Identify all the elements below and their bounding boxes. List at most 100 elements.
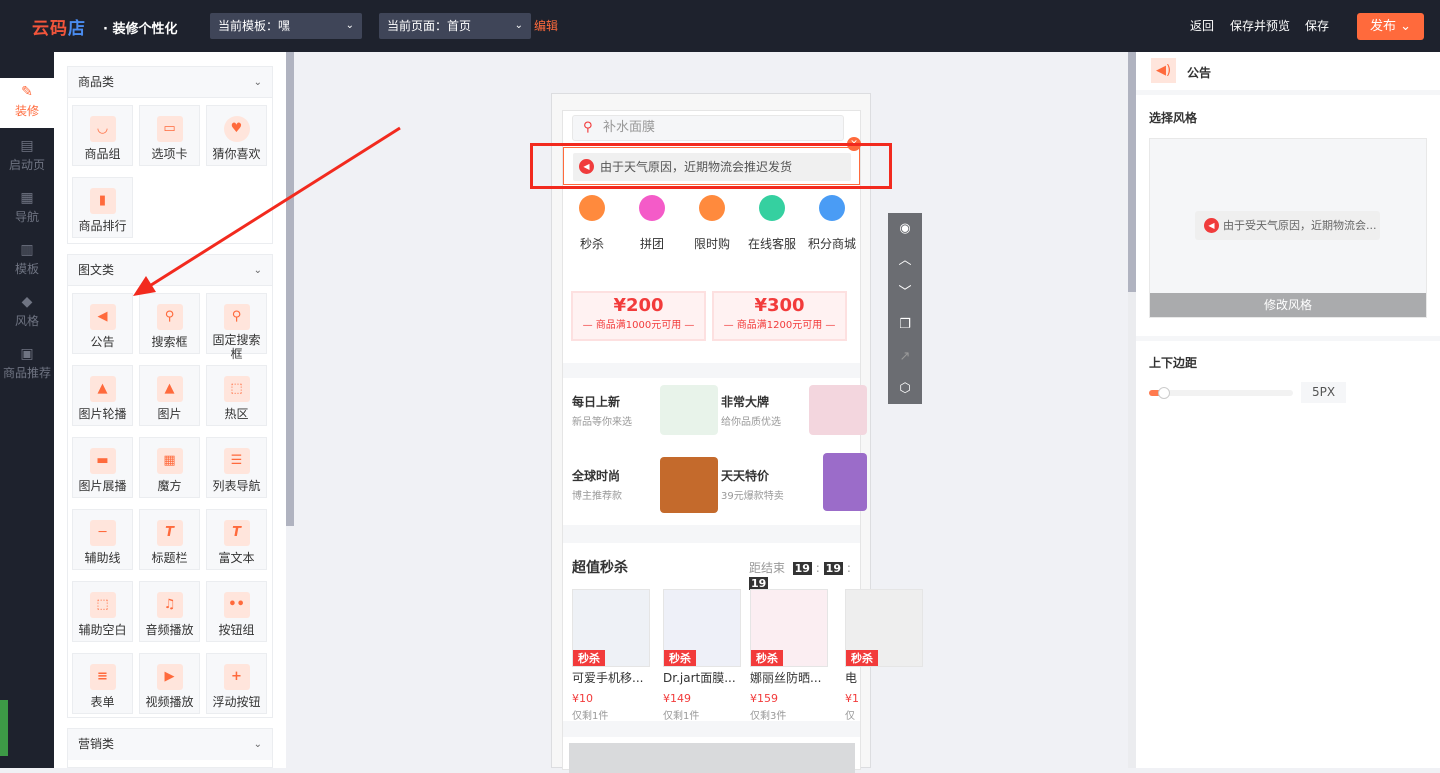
tile-label: 浮动按钮 <box>212 695 261 709</box>
component-tile[interactable]: ⬚ 辅助空白 <box>72 581 133 642</box>
flash-product[interactable]: 秒杀 娜丽丝防晒... ¥159 仅剩3件 <box>750 589 828 722</box>
tile-label: 公告 <box>90 335 115 349</box>
quick-nav-item[interactable]: 积分商城 <box>802 195 862 252</box>
nav-item-recommend[interactable]: ▣ 商品推荐 <box>0 340 54 390</box>
feature-card[interactable]: 全球时尚 博主推荐款 <box>572 457 718 527</box>
flash-product[interactable]: 秒杀 可爱手机移... ¥10 仅剩1件 <box>572 589 650 722</box>
tabs-icon: ▭ <box>156 116 183 142</box>
flash-product[interactable]: 秒杀电 ¥1 仅 <box>845 589 923 722</box>
nav-item-launch-page[interactable]: ▤ 启动页 <box>0 132 54 182</box>
chevron-down-icon: ⌄ <box>514 20 523 31</box>
group-media: 图文类 ⌄ ◀ 公告 ⚲ 搜索框 ⚲ 固定搜索框 ▲ 图片轮播 ▲ 图片 ⬚ 热区 ▬ 图片展播 ▦ 魔方 ☰ 列表… <box>67 254 273 718</box>
component-tabs[interactable]: ▭ 选项卡 <box>139 105 200 166</box>
product-price: ¥1 <box>845 692 859 705</box>
style-preview[interactable]: ◀ 由于受天气原因，近期物流会... 修改风格 <box>1149 138 1427 318</box>
paint-bucket-icon: ◆ <box>21 294 33 310</box>
component-tile[interactable]: ◀ 公告 <box>72 293 133 354</box>
save-button[interactable]: 保存 <box>1305 17 1329 34</box>
component-tile[interactable]: ≡ 表单 <box>72 653 133 714</box>
chevron-down-icon: ⌄ <box>345 20 354 31</box>
flash-tag: 秒杀 <box>573 650 605 666</box>
component-tile[interactable]: •• 按钮组 <box>206 581 267 642</box>
quick-nav-item[interactable]: 限时购 <box>682 195 742 252</box>
copy-icon[interactable]: ❐ <box>888 309 922 341</box>
group-title: 图文类 <box>78 263 115 277</box>
component-tile[interactable]: T 富文本 <box>206 509 267 570</box>
component-goods-group[interactable]: ◡ 商品组 <box>72 105 133 166</box>
component-tile[interactable]: ▲ 图片轮播 <box>72 365 133 426</box>
tile-label: 商品排行 <box>78 219 127 233</box>
coupon-amount: ¥300 <box>754 295 805 316</box>
component-tile[interactable]: ⚲ 搜索框 <box>139 293 200 354</box>
group-header[interactable]: 商品类 ⌄ <box>68 67 272 98</box>
tile-label: 按钮组 <box>218 623 255 637</box>
component-tile[interactable]: ⚲ 固定搜索框 <box>206 293 267 361</box>
close-icon[interactable]: ✕ <box>847 137 861 151</box>
component-tile[interactable]: ☰ 列表导航 <box>206 437 267 498</box>
component-tile[interactable]: ─ 辅助线 <box>72 509 133 570</box>
publish-button[interactable]: 发布 ⌄ <box>1357 13 1424 40</box>
edit-link[interactable]: 编辑 <box>534 17 558 34</box>
level-meter <box>0 700 8 756</box>
flash-product[interactable]: 秒杀 Dr.jart面膜... ¥149 仅剩1件 <box>663 589 741 722</box>
colon: : <box>846 561 851 575</box>
product-price: ¥10 <box>572 692 593 705</box>
settings-icon[interactable]: ⬡ <box>888 373 922 405</box>
margin-slider[interactable] <box>1149 387 1293 399</box>
group-header[interactable]: 营销类 ⌄ <box>68 729 272 760</box>
search-box[interactable]: ⚲ 补水面膜 <box>572 115 844 141</box>
back-button[interactable]: 返回 <box>1190 17 1214 34</box>
tile-label: 图片轮播 <box>78 407 127 421</box>
quick-nav-item[interactable]: 秒杀 <box>562 195 622 252</box>
quick-nav-label: 拼团 <box>639 237 664 251</box>
change-style-button[interactable]: 修改风格 <box>1150 293 1426 317</box>
gallery-icon: ▬ <box>89 448 116 474</box>
canvas-scrollbar[interactable] <box>1128 52 1136 292</box>
coupon[interactable]: ¥200 — 商品满1000元可用 — <box>571 291 706 341</box>
product-price: ¥149 <box>663 692 691 705</box>
product-image: 秒杀 <box>663 589 741 667</box>
speaker-icon: ◀) <box>1151 58 1176 83</box>
group-header[interactable]: 图文类 ⌄ <box>68 255 272 286</box>
side-nav: ✎ 装修 ▤ 启动页 ▦ 导航 ▥ 模板 ◆ 风格 ▣ 商品推荐 <box>0 52 54 768</box>
selected-outline <box>563 147 860 185</box>
component-panel: 商品类 ⌄ ◡ 商品组 ▭ 选项卡 ♥ 猜你喜欢 ▮ 商品排行 图文类 ⌄ ◀ 公告 ⚲ 搜索框 ⚲… <box>54 52 286 768</box>
chevron-down-icon[interactable]: ﹀ <box>888 277 922 309</box>
component-tile[interactable]: ▶ 视频播放 <box>139 653 200 714</box>
component-tile[interactable]: ▬ 图片展播 <box>72 437 133 498</box>
nav-item-template[interactable]: ▥ 模板 <box>0 236 54 286</box>
component-panel-scrollbar[interactable] <box>286 52 294 526</box>
nav-item-style[interactable]: ◆ 风格 <box>0 288 54 338</box>
save-preview-button[interactable]: 保存并预览 <box>1230 17 1290 34</box>
component-tile[interactable]: ♫ 音频播放 <box>139 581 200 642</box>
nav-item-navigation[interactable]: ▦ 导航 <box>0 184 54 234</box>
flash-tag: 秒杀 <box>664 650 696 666</box>
slider-handle[interactable] <box>1158 387 1171 399</box>
component-tile[interactable]: ▲ 图片 <box>139 365 200 426</box>
tile-label: 图片 <box>157 407 182 421</box>
bar-chart-icon: ▮ <box>89 188 116 214</box>
chevron-up-icon[interactable]: ︿ <box>888 245 922 277</box>
video-icon: ▶ <box>156 664 183 690</box>
component-guess-like[interactable]: ♥ 猜你喜欢 <box>206 105 267 166</box>
component-ranking[interactable]: ▮ 商品排行 <box>72 177 133 238</box>
eye-icon[interactable]: ◉ <box>888 213 922 245</box>
component-tile[interactable]: ⬚ 热区 <box>206 365 267 426</box>
nav-item-decorate[interactable]: ✎ 装修 <box>0 78 54 128</box>
coupon[interactable]: ¥300 — 商品满1200元可用 — <box>712 291 847 341</box>
template-select[interactable]: 当前模板：嘿 ⌄ <box>210 13 362 39</box>
component-tile[interactable]: ▦ 魔方 <box>139 437 200 498</box>
list-nav-icon: ☰ <box>223 448 250 474</box>
feature-card[interactable]: 每日上新 新品等你来选 <box>572 385 718 453</box>
nav-label: 装修 <box>14 104 39 118</box>
page-select[interactable]: 当前页面：首页 ⌄ <box>379 13 531 39</box>
divider <box>563 525 860 543</box>
form-icon: ≡ <box>89 664 116 690</box>
component-tile[interactable]: T 标题栏 <box>139 509 200 570</box>
feature-card[interactable]: 天天特价 39元爆款特卖 <box>721 453 867 527</box>
component-tile[interactable]: + 浮动按钮 <box>206 653 267 714</box>
feature-card[interactable]: 非常大牌 给你品质优选 <box>721 385 867 453</box>
external-link-icon[interactable]: ↗ <box>888 341 922 373</box>
quick-nav-item[interactable]: 拼团 <box>622 195 682 252</box>
quick-nav-item[interactable]: 在线客服 <box>742 195 802 252</box>
